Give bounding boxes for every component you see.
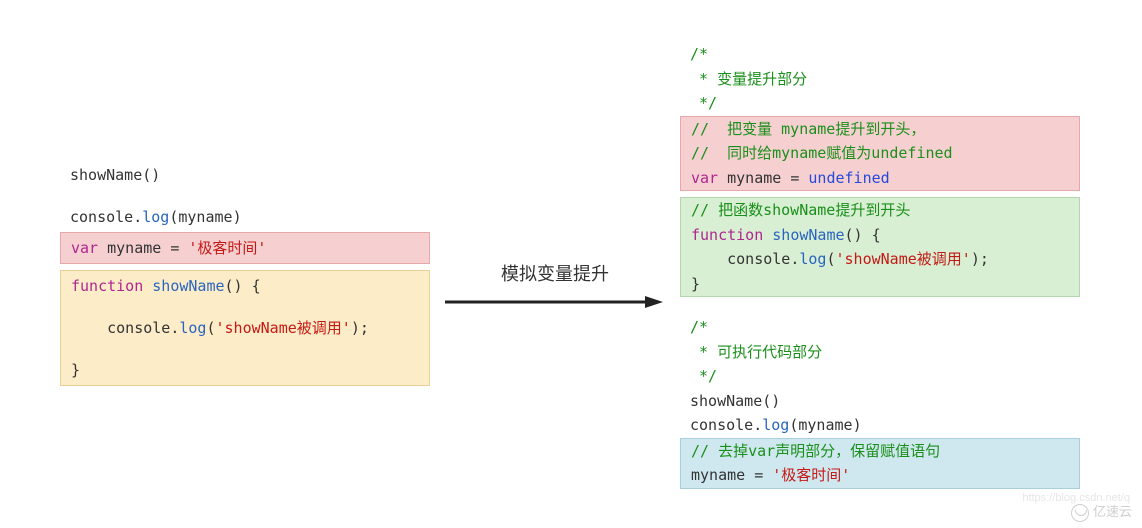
code-line: } (61, 355, 429, 385)
code-line: } (681, 272, 1079, 297)
code-text: log (762, 416, 789, 434)
code-text: showName() (70, 166, 160, 184)
code-text: } (691, 275, 700, 293)
code-text: console (690, 416, 753, 434)
spacer (61, 301, 429, 313)
code-text: . (753, 416, 762, 434)
comment-line: * 可执行代码部分 (680, 340, 1080, 365)
code-text: console (107, 319, 170, 337)
comment-line: */ (680, 91, 1080, 116)
code-text: = (754, 466, 763, 484)
code-text: var (691, 169, 718, 187)
code-text: myname (691, 466, 754, 484)
code-text: showName (143, 277, 224, 295)
code-text: 'showName被调用' (836, 250, 971, 268)
arrow-icon (445, 292, 665, 312)
code-line: myname = '极客时间' (681, 463, 1079, 488)
comment-line: /* (680, 315, 1080, 340)
code-text: } (71, 361, 80, 379)
code-line: console.log(myname) (60, 202, 430, 232)
code-text: 'showName被调用' (216, 319, 351, 337)
code-text: myname (718, 169, 790, 187)
cloud-icon (1071, 504, 1089, 522)
code-text: ); (351, 319, 369, 337)
code-text: log (799, 250, 826, 268)
code-text: myname (98, 239, 170, 257)
code-text: ); (971, 250, 989, 268)
code-text: myname (798, 416, 852, 434)
watermark-text: 亿速云 (1093, 504, 1132, 519)
code-text: ) (233, 208, 242, 226)
spacer (60, 190, 430, 202)
comment-line: // 把变量 myname提升到开头， (681, 117, 1079, 142)
code-line: var myname = undefined (681, 166, 1079, 191)
code-text: console (70, 208, 133, 226)
pink-box: var myname = '极客时间' (60, 232, 430, 264)
right-code-block: /* * 变量提升部分 */ // 把变量 myname提升到开头， // 同时… (680, 42, 1080, 495)
code-text: ( (826, 250, 835, 268)
code-text: '极客时间' (763, 466, 850, 484)
comment-line: // 去掉var声明部分，保留赋值语句 (681, 439, 1079, 464)
arrow-area: 模拟变量提升 (440, 260, 670, 316)
code-text: myname (178, 208, 232, 226)
code-text: . (133, 208, 142, 226)
code-text: '极客时间' (179, 239, 266, 257)
comment-line: */ (680, 364, 1080, 389)
spacer (61, 343, 429, 355)
yellow-box: function showName() { console.log('showN… (60, 270, 430, 386)
comment-line: // 把函数showName提升到开头 (681, 198, 1079, 223)
comment-line: // 同时给myname赋值为undefined (681, 141, 1079, 166)
watermark: 亿速云 (1071, 501, 1132, 522)
code-text: ) (853, 416, 862, 434)
code-text: function (691, 226, 763, 244)
left-code-block: showName() console.log(myname) var mynam… (60, 160, 430, 392)
code-text: undefined (799, 169, 889, 187)
code-text: () { (225, 277, 261, 295)
code-line: function showName() { (681, 223, 1079, 248)
code-text: function (71, 277, 143, 295)
code-text: var (71, 239, 98, 257)
spacer (680, 303, 1080, 315)
blue-box: // 去掉var声明部分，保留赋值语句 myname = '极客时间' (680, 438, 1080, 489)
code-line: console.log(myname) (680, 413, 1080, 438)
code-text: log (142, 208, 169, 226)
code-text: () { (845, 226, 881, 244)
arrow-label: 模拟变量提升 (440, 260, 670, 286)
code-line: var myname = '极客时间' (61, 233, 429, 263)
comment-line: * 变量提升部分 (680, 67, 1080, 92)
code-line: console.log('showName被调用'); (681, 247, 1079, 272)
pink-box: // 把变量 myname提升到开头， // 同时给myname赋值为undef… (680, 116, 1080, 192)
code-text: showName() (690, 392, 780, 410)
code-text: ( (206, 319, 215, 337)
code-text: log (179, 319, 206, 337)
comment-line: /* (680, 42, 1080, 67)
code-text: showName (763, 226, 844, 244)
code-line: showName() (60, 160, 430, 190)
code-line: console.log('showName被调用'); (61, 313, 429, 343)
green-box: // 把函数showName提升到开头 function showName() … (680, 197, 1080, 297)
code-line: showName() (680, 389, 1080, 414)
code-text: console (727, 250, 790, 268)
indent (71, 319, 107, 337)
indent (691, 250, 727, 268)
code-line: function showName() { (61, 271, 429, 301)
